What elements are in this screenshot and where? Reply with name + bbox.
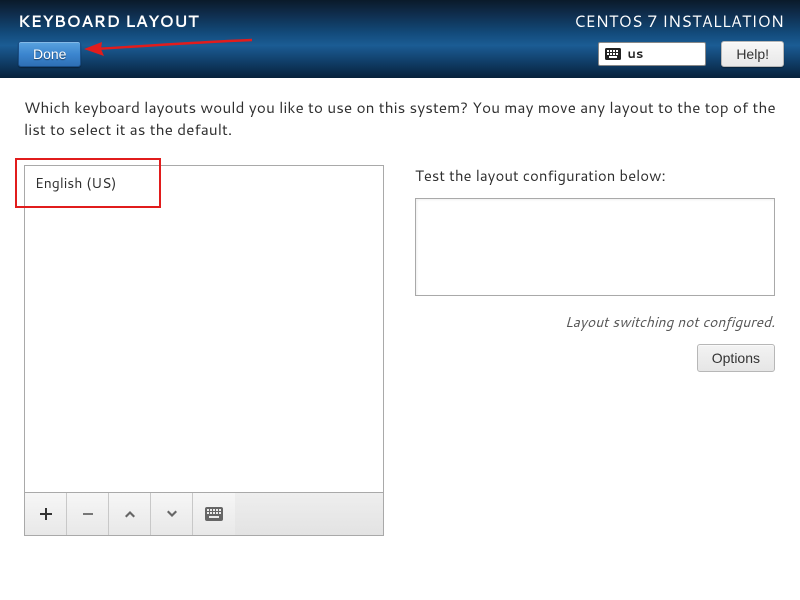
preview-layout-button[interactable] <box>193 493 235 535</box>
spoke-title: KEYBOARD LAYOUT <box>18 10 199 33</box>
remove-layout-button[interactable] <box>67 493 109 535</box>
help-button[interactable]: Help! <box>721 41 784 67</box>
prompt-text: Which keyboard layouts would you like to… <box>24 96 776 141</box>
layout-listbox[interactable]: English (US) <box>24 165 384 493</box>
product-title: CENTOS 7 INSTALLATION <box>574 10 784 33</box>
layout-list-item[interactable]: English (US) <box>25 166 383 199</box>
done-button[interactable]: Done <box>18 41 81 67</box>
chevron-up-icon <box>123 507 137 521</box>
layout-switching-note: Layout switching not configured. <box>415 312 775 332</box>
test-layout-label: Test the layout configuration below: <box>415 165 776 186</box>
move-down-button[interactable] <box>151 493 193 535</box>
header-bar: KEYBOARD LAYOUT CENTOS 7 INSTALLATION Do… <box>0 0 800 78</box>
add-layout-button[interactable] <box>25 493 67 535</box>
keyboard-icon <box>205 507 223 521</box>
options-button[interactable]: Options <box>697 344 775 372</box>
minus-icon <box>81 507 95 521</box>
current-layout-code: us <box>627 45 643 63</box>
test-layout-input[interactable] <box>415 198 775 296</box>
plus-icon <box>39 507 53 521</box>
chevron-down-icon <box>165 507 179 521</box>
keyboard-icon <box>605 48 621 60</box>
layout-toolbar <box>24 493 384 536</box>
current-layout-indicator[interactable]: us <box>598 42 706 66</box>
move-up-button[interactable] <box>109 493 151 535</box>
